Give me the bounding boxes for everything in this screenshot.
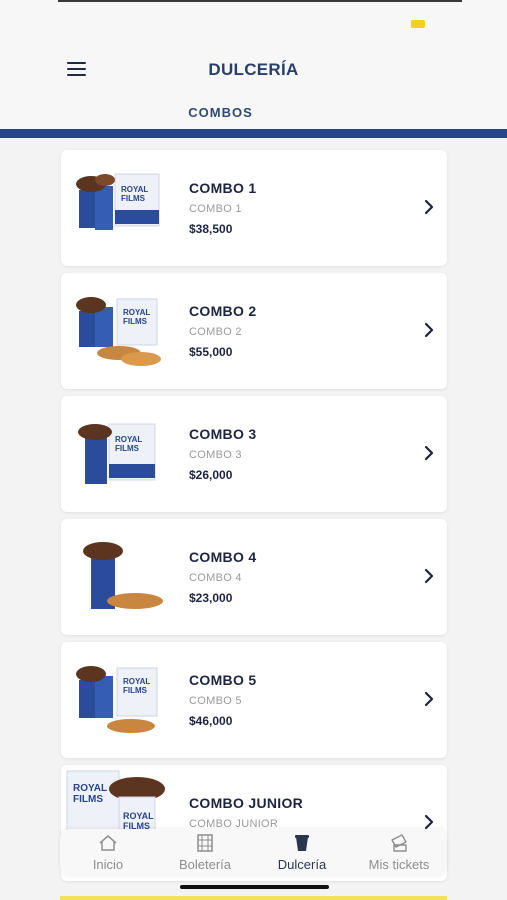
svg-text:FILMS: FILMS bbox=[123, 317, 148, 326]
combo-price: $46,000 bbox=[189, 714, 233, 728]
nav-label: Mis tickets bbox=[368, 857, 430, 872]
svg-text:ROYAL: ROYAL bbox=[123, 811, 154, 821]
combo-image: ROYAL FILMS bbox=[78, 423, 156, 484]
nav-item-mis-tickets[interactable]: Mis tickets bbox=[351, 829, 447, 877]
combo-subtitle: COMBO 2 bbox=[189, 326, 242, 338]
combo-card-3[interactable]: ROYAL FILMS COMBO 3 COMBO 3 $26,000 bbox=[61, 396, 447, 512]
combo-image: ROYAL FILMS bbox=[76, 666, 158, 733]
combo-title: COMBO 4 bbox=[189, 549, 257, 565]
combo-card-2[interactable]: ROYAL FILMS COMBO 2 COMBO 2 $55,000 bbox=[61, 273, 447, 389]
svg-text:ROYAL: ROYAL bbox=[121, 185, 148, 194]
svg-text:ROYAL: ROYAL bbox=[73, 783, 107, 794]
combo-card-4[interactable]: COMBO 4 COMBO 4 $23,000 bbox=[61, 519, 447, 635]
page-title: DULCERÍA bbox=[208, 60, 299, 79]
battery-icon bbox=[411, 20, 425, 28]
combo-price: $26,000 bbox=[189, 468, 233, 482]
combo-subtitle: COMBO 3 bbox=[189, 449, 242, 461]
svg-text:FILMS: FILMS bbox=[73, 794, 103, 805]
tab-indicator-bar bbox=[0, 129, 507, 138]
status-top-line bbox=[58, 0, 462, 2]
nav-label: Dulcería bbox=[277, 857, 327, 872]
ticket-icon bbox=[391, 834, 407, 852]
combo-card-5[interactable]: ROYAL FILMS COMBO 5 COMBO 5 $46,000 bbox=[61, 642, 447, 758]
chevron-right-icon bbox=[424, 691, 434, 707]
combo-title: COMBO 3 bbox=[189, 426, 257, 442]
nav-label: Boletería bbox=[178, 857, 232, 872]
status-bar bbox=[0, 0, 507, 46]
chevron-right-icon bbox=[424, 322, 434, 338]
cup-icon bbox=[295, 835, 309, 851]
nav-item-inicio[interactable]: Inicio bbox=[60, 829, 156, 877]
home-icon bbox=[99, 835, 117, 851]
combo-price: $38,500 bbox=[189, 222, 233, 236]
combo-image bbox=[83, 542, 163, 609]
combo-subtitle: COMBO 4 bbox=[189, 572, 242, 584]
combo-title: COMBO 2 bbox=[189, 303, 257, 319]
home-indicator[interactable] bbox=[180, 885, 329, 889]
nav-item-dulceria[interactable]: Dulcería bbox=[254, 829, 350, 877]
app-header: DULCERÍA COMBOS bbox=[0, 46, 507, 136]
combo-subtitle: COMBO 1 bbox=[189, 203, 242, 215]
tab-combos[interactable]: COMBOS bbox=[0, 105, 441, 120]
svg-text:FILMS: FILMS bbox=[121, 194, 146, 203]
nav-item-boleteria[interactable]: Boletería bbox=[157, 829, 253, 877]
combo-card-1[interactable]: ROYAL FILMS COMBO 1 COMBO 1 $38,500 bbox=[61, 150, 447, 266]
svg-text:FILMS: FILMS bbox=[123, 686, 148, 695]
bottom-accent-strip bbox=[60, 896, 447, 900]
chevron-right-icon bbox=[424, 568, 434, 584]
svg-text:ROYAL: ROYAL bbox=[123, 308, 150, 317]
svg-text:ROYAL: ROYAL bbox=[123, 677, 150, 686]
combo-title: COMBO 5 bbox=[189, 672, 257, 688]
svg-text:FILMS: FILMS bbox=[115, 444, 140, 453]
svg-text:ROYAL: ROYAL bbox=[115, 435, 142, 444]
nav-label: Inicio bbox=[92, 857, 124, 872]
combo-subtitle: COMBO 5 bbox=[189, 695, 242, 707]
combo-title: COMBO 1 bbox=[189, 180, 257, 196]
bottom-nav: Inicio Boletería Dulcería Mis tickets bbox=[60, 829, 447, 877]
combo-title: COMBO JUNIOR bbox=[189, 795, 304, 811]
film-icon bbox=[197, 834, 213, 852]
combo-image: ROYAL FILMS bbox=[76, 173, 160, 230]
chevron-right-icon bbox=[424, 199, 434, 215]
combo-price: $55,000 bbox=[189, 345, 233, 359]
chevron-right-icon bbox=[424, 445, 434, 461]
combo-price: $23,000 bbox=[189, 591, 233, 605]
combo-image: ROYAL FILMS bbox=[76, 297, 161, 366]
